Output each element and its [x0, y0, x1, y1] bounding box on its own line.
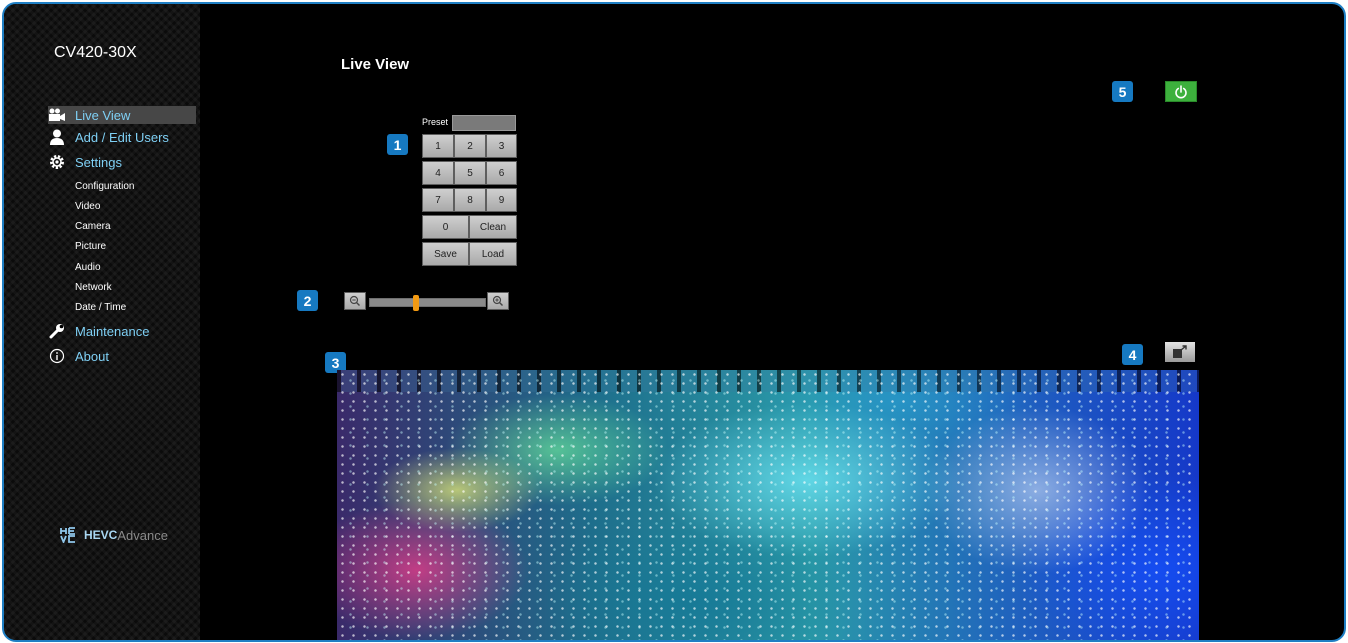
nav-maintenance[interactable]: Maintenance	[48, 322, 149, 340]
zoom-out-icon	[349, 295, 360, 306]
nav-add-edit-users-label: Add / Edit Users	[75, 129, 169, 145]
nav-maintenance-label: Maintenance	[75, 323, 150, 339]
wrench-icon	[48, 323, 66, 339]
zoom-out-button[interactable]	[344, 292, 366, 310]
preset-input[interactable]	[452, 115, 516, 131]
callout-badge-4: 4	[1122, 344, 1143, 365]
hevc-advance-logo: HEVC Advance	[60, 527, 168, 545]
zoom-slider-track[interactable]	[369, 298, 486, 307]
zoom-slider-handle[interactable]	[413, 295, 419, 311]
product-name: CV420-30X	[54, 44, 137, 61]
nav-audio[interactable]: Audio	[75, 262, 101, 273]
nav-settings-label: Settings	[75, 154, 122, 170]
preset-key-1[interactable]: 1	[422, 134, 454, 158]
preset-key-4[interactable]: 4	[422, 161, 454, 185]
preset-key-0[interactable]: 0	[422, 215, 469, 239]
preset-label: Preset	[422, 117, 449, 127]
preset-clean-button[interactable]: Clean	[469, 215, 517, 239]
power-button[interactable]	[1165, 81, 1197, 102]
hevc-logo-text: HEVC	[84, 528, 118, 542]
nav-picture[interactable]: Picture	[75, 241, 106, 252]
advance-logo-text: Advance	[117, 527, 168, 543]
preset-key-2[interactable]: 2	[454, 134, 486, 158]
zoom-in-button[interactable]	[487, 292, 509, 310]
nav-about[interactable]: About	[48, 347, 109, 365]
callout-badge-2: 2	[297, 290, 318, 311]
nav-about-label: About	[75, 348, 109, 364]
nav-live-view[interactable]: Live View	[48, 106, 196, 124]
preset-key-8[interactable]: 8	[454, 188, 486, 212]
video-camera-icon	[48, 107, 66, 123]
nav-network[interactable]: Network	[75, 282, 112, 293]
page-title: Live View	[341, 56, 410, 73]
sidebar: CV420-30X Live View Add / Edit Users Set…	[4, 4, 200, 640]
info-icon	[48, 348, 66, 364]
preset-key-6[interactable]: 6	[486, 161, 517, 185]
nav-settings[interactable]: Settings	[48, 153, 122, 171]
preset-save-button[interactable]: Save	[422, 242, 469, 266]
nav-date-time[interactable]: Date / Time	[75, 302, 126, 313]
callout-badge-1: 1	[387, 134, 408, 155]
nav-camera[interactable]: Camera	[75, 221, 111, 232]
video-confetti	[337, 370, 1199, 640]
preset-load-button[interactable]: Load	[469, 242, 517, 266]
fullscreen-button[interactable]	[1165, 342, 1195, 362]
power-icon	[1175, 84, 1187, 98]
gear-icon	[48, 154, 66, 170]
preset-key-7[interactable]: 7	[422, 188, 454, 212]
zoom-in-icon	[492, 295, 503, 306]
hevc-logo-mark	[60, 527, 80, 545]
live-video-view[interactable]	[337, 370, 1199, 640]
app-frame: CV420-30X Live View Add / Edit Users Set…	[2, 2, 1346, 642]
nav-configuration[interactable]: Configuration	[75, 181, 134, 192]
preset-key-5[interactable]: 5	[454, 161, 486, 185]
nav-live-view-label: Live View	[75, 107, 131, 123]
preset-key-3[interactable]: 3	[486, 134, 517, 158]
fullscreen-icon	[1173, 345, 1187, 358]
preset-key-9[interactable]: 9	[486, 188, 517, 212]
callout-badge-5: 5	[1112, 81, 1133, 102]
nav-video[interactable]: Video	[75, 201, 100, 212]
user-icon	[48, 129, 66, 145]
nav-add-edit-users[interactable]: Add / Edit Users	[48, 128, 169, 146]
